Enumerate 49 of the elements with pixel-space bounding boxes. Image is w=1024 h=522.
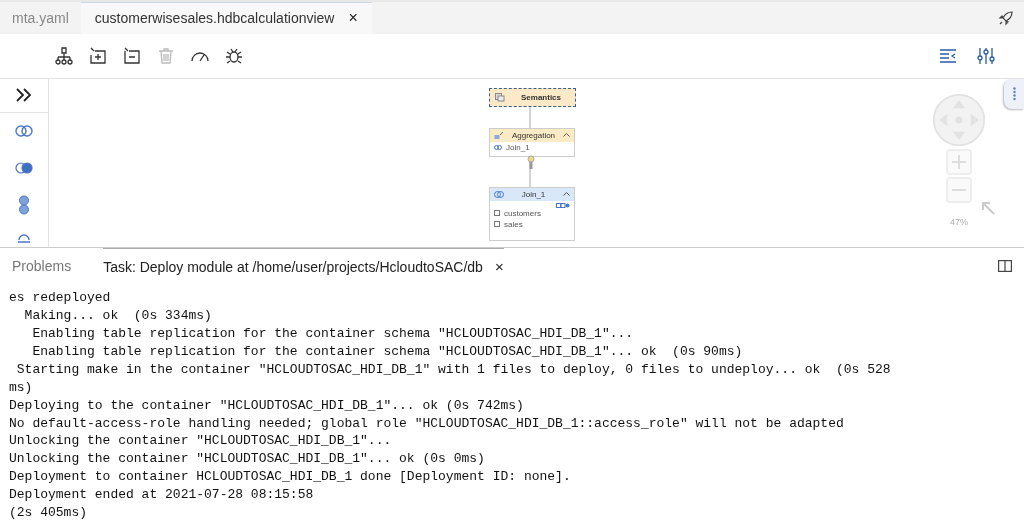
console-line: ms): [9, 378, 34, 397]
port-icon: [527, 154, 535, 169]
projection-icon: [18, 195, 30, 216]
split-panel-icon[interactable]: [998, 260, 1012, 273]
console-line: Starting make in the container "HCLOUDTOSAC_HDI_DB_1" with 1 files to deploy, 0 files to undeploy... ok (0s 528: [15, 360, 892, 379]
join-icon: [15, 162, 33, 175]
console-line: No default-access-role handling needed; global role "HCLOUDTOSAC_HDI_DB_1::access_role" will not be adapted: [9, 414, 845, 433]
close-icon[interactable]: ×: [494, 258, 504, 276]
join-type-icon: [556, 202, 570, 208]
console-line: es redeployed: [9, 289, 112, 308]
remove-icon: [122, 45, 142, 66]
console-line: Deployment ended at 2021-07-28 08:15:58: [9, 486, 315, 505]
more-icon: [1012, 86, 1016, 101]
semantics-node[interactable]: Semantics: [489, 87, 576, 107]
hierarchy-icon: [54, 45, 74, 66]
console-line: Making... ok (0s 334ms): [23, 307, 213, 326]
table-label: sales: [504, 219, 523, 229]
console-line: (2s 405ms): [9, 504, 88, 522]
input-label: Join_1: [506, 142, 530, 152]
panel-tab[interactable]: Problems: [12, 248, 72, 285]
side-handle[interactable]: [1004, 78, 1024, 109]
double-chevron-icon: [15, 87, 33, 104]
join-node[interactable]: Join_1 customers sales: [489, 186, 575, 241]
close-icon[interactable]: ×: [348, 9, 358, 28]
sliders-icon: [976, 45, 996, 66]
minus-icon: [951, 187, 967, 192]
console-line: Unlocking the container "HCLOUDTOSAC_HDI_DB_1"... ok (0s 0ms): [9, 450, 486, 469]
panel-tab[interactable]: Task: Deploy module at /home/user/projects/HcloudtoSAC/db ×: [103, 247, 504, 285]
add-icon: [88, 45, 108, 66]
console-line: Deployment to container HCLOUDTOSAC_HDI_DB_1 done [Deployment ID: none].: [9, 468, 572, 487]
plus-icon: [951, 153, 967, 170]
console-line: Deploying to the container "HCLOUDTOSAC_HDI_DB_1"... ok (0s 742ms): [9, 396, 525, 415]
aggregation-node[interactable]: Aggregation Join_1: [489, 127, 575, 157]
rocket-icon[interactable]: [998, 9, 1014, 26]
table-label: customers: [504, 208, 541, 218]
zoom-level: 47%: [950, 216, 968, 227]
caret-icon[interactable]: [563, 133, 570, 138]
rank-icon: [17, 231, 31, 244]
console-line: Unlocking the container "HCLOUDTOSAC_HDI_DB_1"...: [9, 432, 393, 451]
trash-icon: [156, 45, 176, 66]
caret-icon[interactable]: [563, 192, 570, 197]
aggregation-icon: [494, 130, 504, 140]
console-line: Enabling table replication for the container schema "HCLOUDTOSAC_HDI_DB_1"...: [31, 325, 635, 343]
union-icon: [15, 125, 33, 138]
join-icon: [494, 190, 504, 198]
editor-tab[interactable]: customerwisesales.hdbcalculationview ×: [80, 2, 372, 34]
semantics-icon: [495, 92, 505, 102]
join-icon: [494, 144, 502, 150]
console-line: Enabling table replication for the container schema "HCLOUDTOSAC_HDI_DB_1"... ok (0s 90ms): [31, 342, 744, 361]
